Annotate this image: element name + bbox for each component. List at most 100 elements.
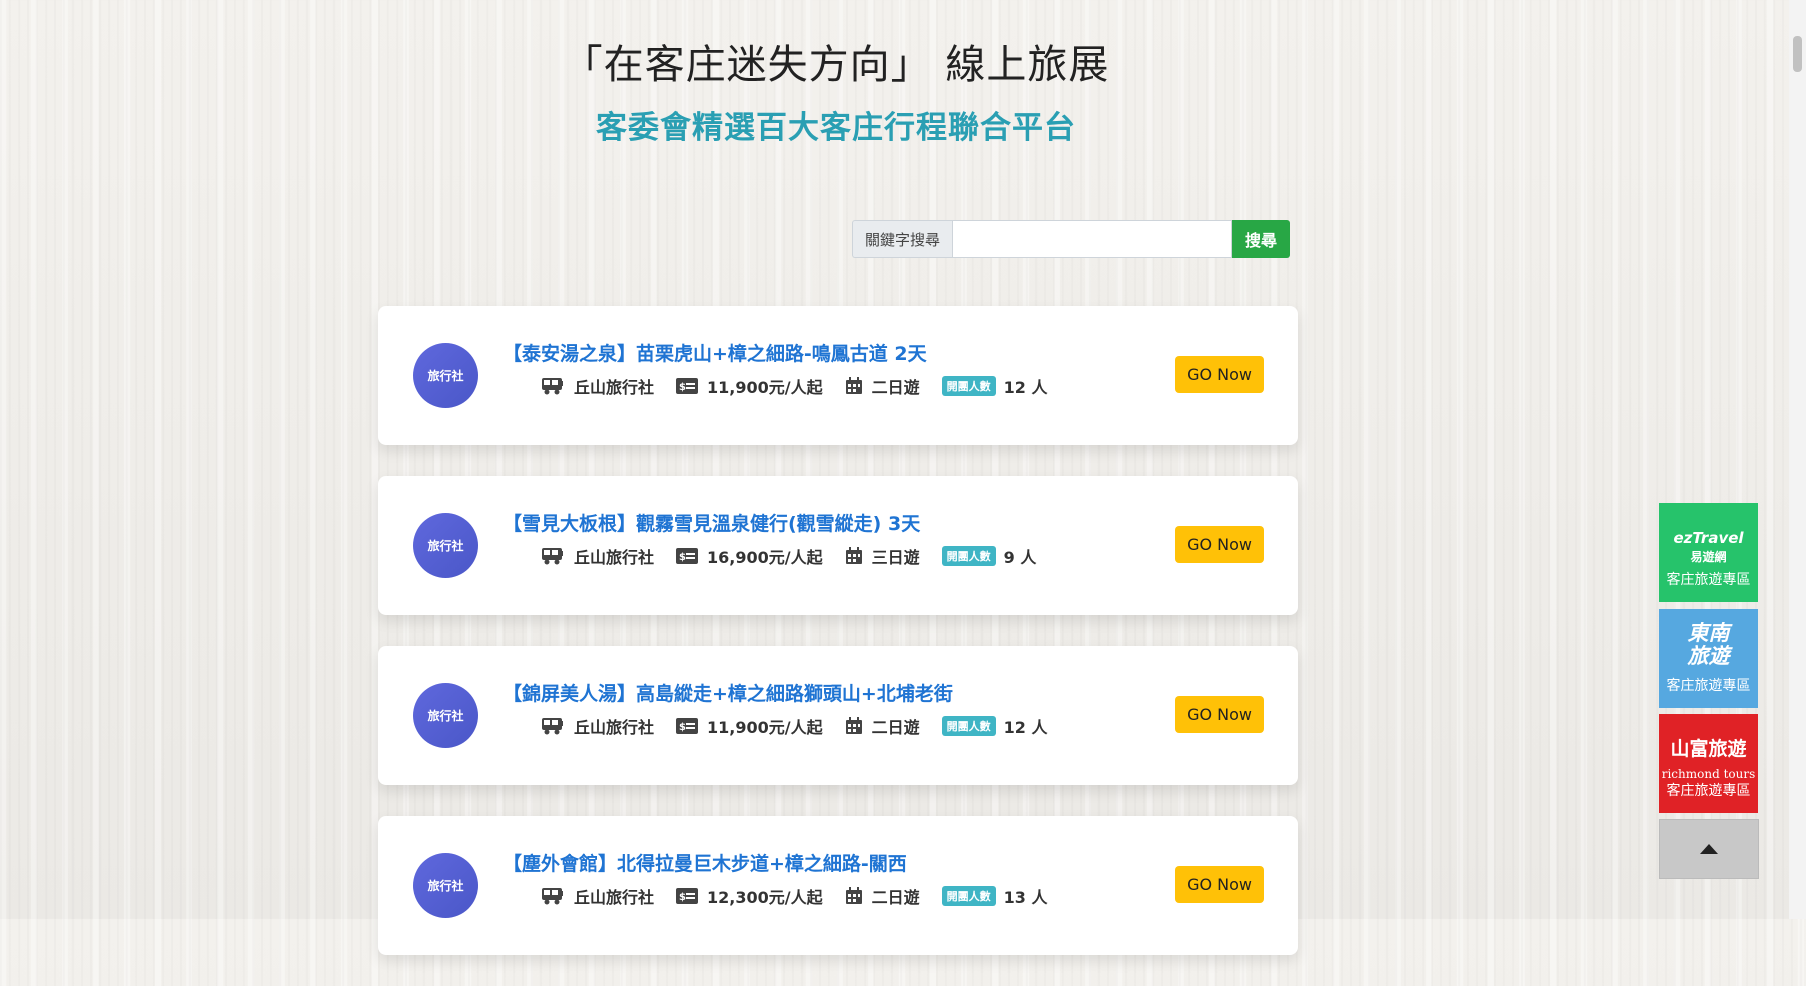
duration-text: 二日遊 [871,888,920,907]
tour-meta: 丘山旅行社 $ 11,900元/人起 二日遊 開團人數 12 人 [541,714,1069,738]
bus-icon [542,548,563,565]
duration-info: 二日遊 [845,374,920,398]
search-input[interactable] [952,220,1233,258]
group-size-tag: 開團人數 [941,886,996,906]
page-title: 「在客庄迷失方向」 線上旅展 [562,42,1110,88]
calendar-icon [845,717,862,734]
agency-badge: 旅行社 [413,683,478,748]
agency-name: 丘山旅行社 [574,378,655,397]
people-count: 9 人 [1003,548,1037,567]
price-info: $ 11,900元/人起 [676,374,823,398]
duration-info: 三日遊 [845,544,920,568]
richmond-logo-en: richmond tours [1661,767,1756,781]
bus-icon [542,718,563,735]
price-text: 12,300元/人起 [707,888,823,907]
scrollbar[interactable] [1789,0,1806,919]
people-count: 13 人 [1003,888,1048,907]
back-to-top-button[interactable] [1659,819,1759,879]
people-info: 開團人數 9 人 [941,544,1037,568]
dongnan-sub: 客庄旅遊專區 [1666,678,1751,694]
agency-badge: 旅行社 [413,513,478,578]
richmond-logo-cn: 山富旅遊 [1670,738,1747,760]
go-now-button[interactable]: GO Now [1175,696,1264,733]
tour-meta: 丘山旅行社 $ 11,900元/人起 二日遊 開團人數 12 人 [541,374,1069,398]
price-text: 16,900元/人起 [707,548,823,567]
scrollbar-thumb[interactable] [1793,36,1802,72]
caret-up-icon [1700,844,1718,854]
dongnan-travel-link[interactable]: 東南 旅遊 客庄旅遊專區 [1659,609,1758,708]
go-now-button[interactable]: GO Now [1175,526,1264,563]
tour-title-link[interactable]: 【泰安湯之泉】苗栗虎山+樟之細路-鳴鳳古道 2天 [503,339,927,366]
group-size-tag: 開團人數 [941,376,996,396]
duration-info: 二日遊 [845,884,920,908]
agency-badge-label: 旅行社 [427,539,464,553]
agency-info: 丘山旅行社 [541,374,654,398]
duration-info: 二日遊 [845,714,920,738]
go-now-button[interactable]: GO Now [1175,356,1264,393]
svg-text:$: $ [679,552,686,563]
group-size-tag: 開團人數 [941,546,996,566]
agency-badge-label: 旅行社 [427,879,464,893]
eztravel-sub: 客庄旅遊專區 [1666,572,1751,588]
agency-name: 丘山旅行社 [574,888,655,907]
calendar-icon [845,887,862,904]
agency-info: 丘山旅行社 [541,544,654,568]
money-icon: $ [676,888,699,904]
go-now-button[interactable]: GO Now [1175,866,1264,903]
tour-title-link[interactable]: 【雪見大板根】觀霧雪見溫泉健行(觀雪縱走) 3天 [503,509,920,536]
eztravel-link[interactable]: ezTravel 易遊網 客庄旅遊專區 [1659,503,1758,602]
agency-name: 丘山旅行社 [574,548,655,567]
search-label: 關鍵字搜尋 [852,220,953,258]
money-icon: $ [676,718,699,734]
richmond-sub: 客庄旅遊專區 [1666,783,1751,799]
bus-icon [542,888,563,905]
tour-title-link[interactable]: 【塵外會館】北得拉曼巨木步道+樟之細路-關西 [503,849,907,876]
tour-card: 旅行社 【泰安湯之泉】苗栗虎山+樟之細路-鳴鳳古道 2天 丘山旅行社 $ 11,… [378,306,1298,445]
duration-text: 二日遊 [871,378,920,397]
eztravel-logo: ezTravel 易遊網 [1659,529,1758,565]
tour-card: 旅行社 【錦屏美人湯】高島縱走+樟之細路獅頭山+北埔老街 丘山旅行社 $ 11,… [378,646,1298,785]
duration-text: 三日遊 [871,548,920,567]
dongnan-logo: 東南 旅遊 [1659,621,1758,667]
bus-icon [542,378,563,395]
money-icon: $ [676,378,699,394]
price-text: 11,900元/人起 [707,718,823,737]
tour-title-link[interactable]: 【錦屏美人湯】高島縱走+樟之細路獅頭山+北埔老街 [503,679,953,706]
agency-name: 丘山旅行社 [574,718,655,737]
agency-info: 丘山旅行社 [541,884,654,908]
svg-text:$: $ [679,382,686,393]
dongnan-logo-2: 旅遊 [1687,643,1730,668]
money-icon: $ [676,548,699,564]
agency-badge: 旅行社 [413,343,478,408]
tour-list: 旅行社 【泰安湯之泉】苗栗虎山+樟之細路-鳴鳳古道 2天 丘山旅行社 $ 11,… [378,306,1298,986]
agency-badge: 旅行社 [413,853,478,918]
eztravel-logo-cn: 易遊網 [1690,550,1727,564]
people-info: 開團人數 12 人 [941,374,1048,398]
price-info: $ 16,900元/人起 [676,544,823,568]
agency-info: 丘山旅行社 [541,714,654,738]
calendar-icon [845,377,862,394]
people-info: 開團人數 13 人 [941,884,1048,908]
people-count: 12 人 [1003,378,1048,397]
agency-badge-label: 旅行社 [427,709,464,723]
group-size-tag: 開團人數 [941,716,996,736]
search-bar: 關鍵字搜尋 搜尋 [852,220,1291,258]
calendar-icon [845,547,862,564]
duration-text: 二日遊 [871,718,920,737]
people-info: 開團人數 12 人 [941,714,1048,738]
page-subtitle: 客委會精選百大客庄行程聯合平台 [596,110,1076,146]
people-count: 12 人 [1003,718,1048,737]
richmond-logo: 山富旅遊 richmond tours [1659,734,1758,783]
tour-card: 旅行社 【雪見大板根】觀霧雪見溫泉健行(觀雪縱走) 3天 丘山旅行社 $ 16,… [378,476,1298,615]
tour-meta: 丘山旅行社 $ 12,300元/人起 二日遊 開團人數 13 人 [541,884,1069,908]
price-info: $ 12,300元/人起 [676,884,823,908]
agency-badge-label: 旅行社 [427,369,464,383]
tour-card: 旅行社 【塵外會館】北得拉曼巨木步道+樟之細路-關西 丘山旅行社 $ 12,30… [378,816,1298,955]
svg-text:$: $ [679,722,686,733]
richmond-tours-link[interactable]: 山富旅遊 richmond tours 客庄旅遊專區 [1659,714,1758,813]
dongnan-logo-1: 東南 [1687,620,1730,645]
tour-meta: 丘山旅行社 $ 16,900元/人起 三日遊 開團人數 9 人 [541,544,1058,568]
page-header: 「在客庄迷失方向」 線上旅展 客委會精選百大客庄行程聯合平台 [0,32,1672,147]
search-button[interactable]: 搜尋 [1232,220,1291,258]
price-text: 11,900元/人起 [707,378,823,397]
